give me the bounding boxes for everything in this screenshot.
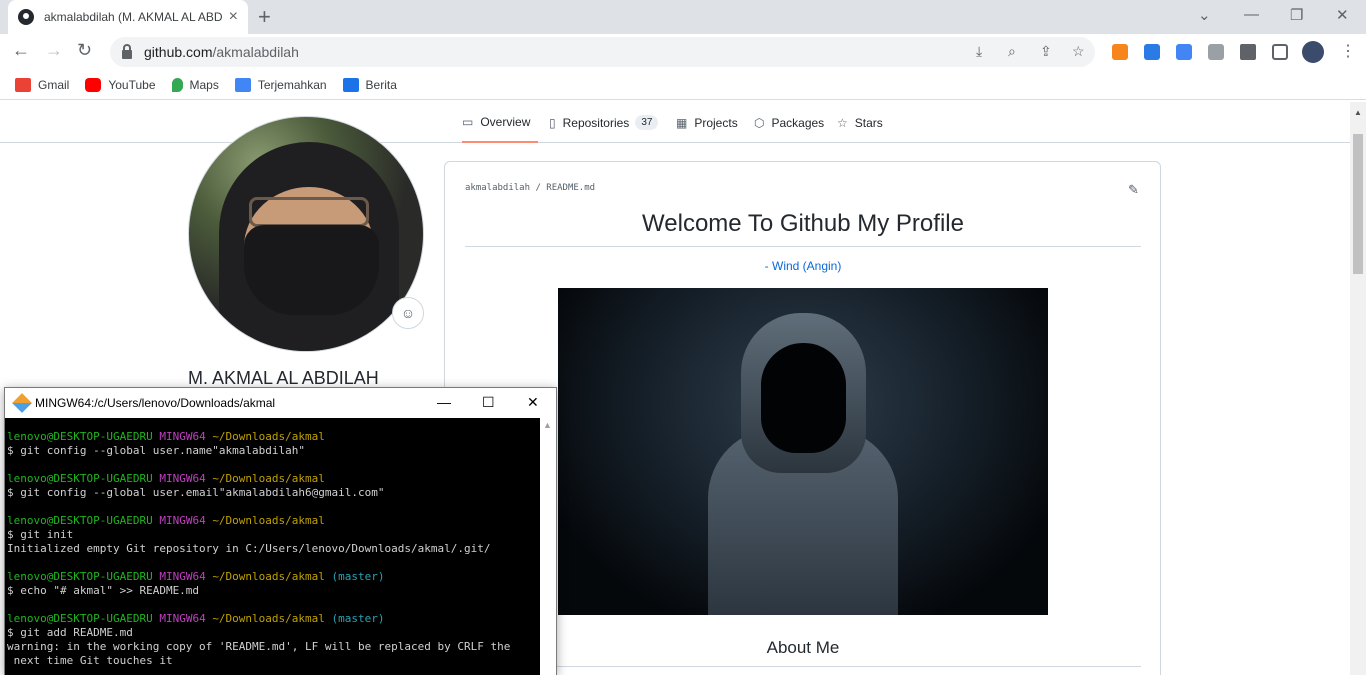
scroll-up-icon[interactable]: ▲	[543, 420, 552, 430]
extensions-puzzle-icon[interactable]	[1240, 44, 1256, 60]
metamask-extension-icon[interactable]	[1112, 44, 1128, 60]
terminal-minimize-button[interactable]: —	[437, 394, 451, 410]
address-bar[interactable]: github.com/akmalabdilah ⤓ ⌕ ⇪ ☆	[110, 37, 1095, 67]
browser-tab[interactable]: akmalabdilah (M. AKMAL AL ABDILAH) ×	[8, 0, 248, 34]
tab-stars[interactable]: ☆ Stars	[837, 102, 883, 143]
restore-button[interactable]: ❐	[1290, 6, 1303, 24]
readme-path[interactable]: akmalabdilah / README.md	[465, 183, 595, 193]
minimize-button[interactable]: —	[1244, 6, 1259, 23]
profile-avatar-image[interactable]	[188, 116, 424, 352]
bookmark-translate[interactable]: Terjemahkan	[234, 77, 327, 92]
gmail-icon	[15, 77, 31, 92]
terminal-output[interactable]: lenovo@DESKTOP-UGAEDRU MINGW64 ~/Downloa…	[5, 418, 540, 675]
github-favicon-icon	[18, 9, 34, 25]
terminal-window[interactable]: MINGW64:/c/Users/lenovo/Downloads/akmal …	[4, 387, 557, 675]
side-panel-icon[interactable]	[1272, 44, 1288, 60]
profile-nav: ▭ Overview ▯ Repositories 37 ▦ Projects ⬡ Pac…	[0, 102, 1350, 143]
prompt-line: lenovo@DESKTOP-UGAEDRU MINGW64 ~/Downloa…	[7, 514, 325, 527]
output-line: warning: in the working copy of 'README.…	[7, 640, 511, 653]
terminal-close-button[interactable]: ✕	[527, 394, 539, 411]
scroll-up-icon[interactable]: ▲	[1354, 108, 1362, 117]
bookmark-youtube[interactable]: YouTube	[85, 77, 156, 92]
edit-pencil-icon[interactable]: ✎	[1128, 182, 1139, 198]
bookmarks-bar: Gmail YouTube Maps Terjemahkan Berita	[0, 70, 1366, 100]
terminal-maximize-button[interactable]: ☐	[482, 394, 495, 411]
back-icon[interactable]: ←	[12, 40, 30, 61]
git-bash-icon	[12, 393, 32, 413]
book-icon: ▭	[462, 114, 474, 129]
tab-packages[interactable]: ⬡ Packages	[754, 102, 824, 143]
package-icon: ⬡	[754, 115, 765, 130]
profile-full-name: M. AKMAL AL ABDILAH	[188, 368, 379, 388]
star-icon: ☆	[837, 115, 848, 130]
readme-quote-link[interactable]: - Wind (Angin)	[465, 259, 1141, 273]
output-line: next time Git touches it	[7, 654, 173, 667]
tab-repositories[interactable]: ▯ Repositories 37	[549, 102, 659, 143]
command-line: $ git config --global user.email"akmalab…	[7, 486, 385, 499]
forward-icon[interactable]: →	[45, 40, 63, 61]
close-window-button[interactable]: ✕	[1336, 6, 1349, 24]
prompt-line: lenovo@DESKTOP-UGAEDRU MINGW64 ~/Downloa…	[7, 472, 325, 485]
tab-close-icon[interactable]: ×	[229, 8, 238, 26]
command-line: $ git init	[7, 528, 74, 541]
repo-count-badge: 37	[635, 115, 659, 130]
bookmark-news[interactable]: Berita	[342, 77, 397, 92]
news-icon	[342, 77, 359, 92]
scrollbar-thumb[interactable]	[1353, 134, 1363, 274]
extension-icon[interactable]	[1208, 44, 1224, 60]
tab-title: akmalabdilah (M. AKMAL AL ABDILAH)	[44, 10, 222, 24]
bookmark-gmail[interactable]: Gmail	[15, 77, 69, 92]
tab-projects[interactable]: ▦ Projects	[676, 102, 738, 143]
avatar-mask	[244, 225, 379, 315]
bookmark-maps[interactable]: Maps	[171, 77, 219, 92]
readme-heading: Welcome To Github My Profile	[465, 210, 1141, 247]
prompt-line: lenovo@DESKTOP-UGAEDRU MINGW64 ~/Downloa…	[7, 430, 325, 443]
terminal-scrollbar[interactable]: ▲	[540, 418, 556, 675]
about-me-heading: About Me	[465, 638, 1141, 667]
install-app-icon[interactable]: ⤓	[976, 43, 982, 60]
repo-icon: ▯	[549, 115, 556, 130]
share-icon[interactable]: ⇪	[1040, 43, 1052, 60]
youtube-icon	[85, 77, 102, 92]
tab-search-icon[interactable]: ⌄	[1198, 6, 1211, 24]
command-line: $ git add README.md	[7, 626, 133, 639]
command-line: $ git config --global user.name"akmalabd…	[7, 444, 306, 457]
command-line: $ echo "# akmal" >> README.md	[7, 584, 200, 597]
zoom-icon[interactable]: ⌕	[1008, 43, 1016, 60]
bookmark-star-icon[interactable]: ☆	[1072, 43, 1085, 60]
more-menu-icon[interactable]: ⋮	[1340, 41, 1356, 61]
maps-pin-icon	[171, 77, 183, 92]
prompt-line: lenovo@DESKTOP-UGAEDRU MINGW64 ~/Downloa…	[7, 612, 385, 625]
readme-hacker-image	[558, 288, 1048, 615]
hacker-face	[761, 343, 846, 453]
translate-extension-icon[interactable]	[1176, 44, 1192, 60]
terminal-title: MINGW64:/c/Users/lenovo/Downloads/akmal	[35, 396, 276, 410]
reload-icon[interactable]: ↻	[77, 40, 92, 61]
terminal-titlebar[interactable]: MINGW64:/c/Users/lenovo/Downloads/akmal …	[5, 388, 556, 418]
project-icon: ▦	[676, 115, 688, 130]
browser-tab-strip: akmalabdilah (M. AKMAL AL ABDILAH) × + ⌄…	[0, 0, 1366, 34]
lock-icon	[122, 43, 132, 59]
browser-toolbar: ← → ↻ github.com/akmalabdilah ⤓ ⌕ ⇪ ☆ ⋮	[0, 34, 1366, 70]
set-status-emoji-button[interactable]: ☺	[392, 297, 424, 329]
profile-avatar[interactable]	[1302, 41, 1324, 63]
translate-icon	[234, 77, 251, 92]
url-text: github.com/akmalabdilah	[144, 44, 299, 60]
new-tab-button[interactable]: +	[258, 4, 271, 30]
output-line: Initialized empty Git repository in C:/U…	[7, 542, 491, 555]
page-scrollbar[interactable]: ▲	[1350, 102, 1366, 675]
extension-icon[interactable]	[1144, 44, 1160, 60]
avatar-glasses	[249, 197, 369, 227]
smiley-icon: ☺	[400, 305, 416, 321]
prompt-line: lenovo@DESKTOP-UGAEDRU MINGW64 ~/Downloa…	[7, 570, 385, 583]
tab-overview[interactable]: ▭ Overview	[462, 102, 539, 143]
